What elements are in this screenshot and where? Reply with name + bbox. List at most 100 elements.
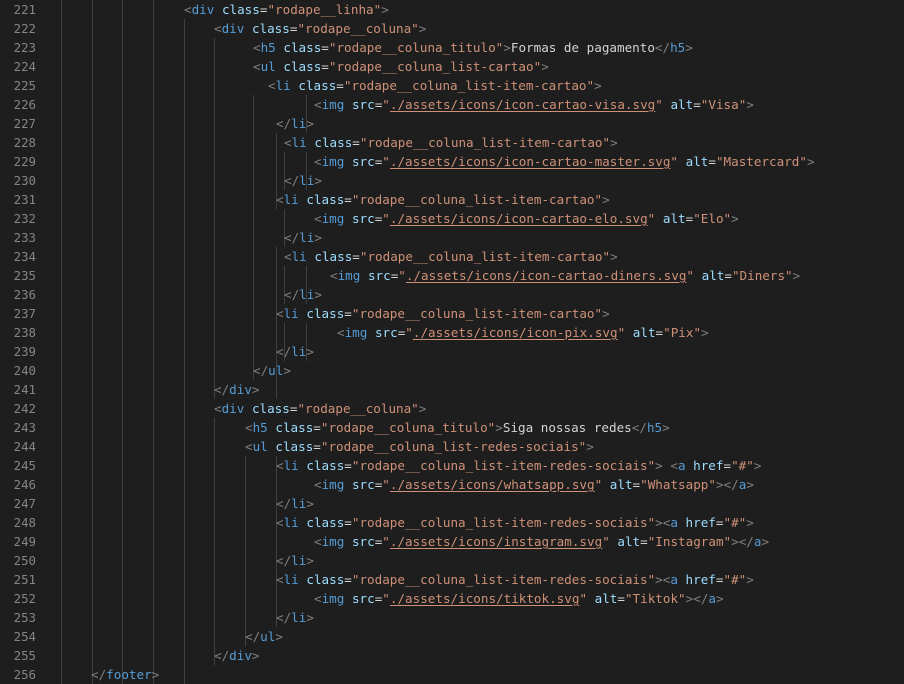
punctuation: > [746,572,754,587]
code-line[interactable]: 236 </li> [0,285,904,304]
code-line[interactable]: 222 <div class="rodape__coluna"> [0,19,904,38]
code-line[interactable]: 229 <img src = "./assets/icons/icon-cartao-… [0,152,904,171]
string-value: "rodape__coluna_list-item-cartao" [351,306,603,321]
line-code: </footer> [91,665,159,684]
attribute-name: class [306,192,345,207]
punctuation: > [306,496,314,511]
punctuation: > [655,572,663,587]
code-line[interactable]: 235 <img src = "./assets/icons/icon-cartao-… [0,266,904,285]
code-line[interactable]: 254 </ul> [0,627,904,646]
attribute-name: alt [617,534,641,549]
code-line[interactable]: 227 </li> [0,114,904,133]
punctuation: > [662,420,670,435]
equals-sign: = [352,249,360,264]
punctuation: < [284,249,292,264]
punctuation: > [753,458,762,473]
code-line[interactable]: 232 <img src="./assets/icons/icon-cartao-… [0,209,904,228]
code-line[interactable]: 233 </li> [0,228,904,247]
path-link[interactable]: ./assets/icons/tiktok.svg [390,591,580,606]
equals-sign: = [723,458,732,473]
punctuation: </ [654,40,671,55]
path-link[interactable]: ./assets/icons/icon-cartao-master.svg [390,154,671,169]
path-link[interactable]: ./assets/icons/icon-cartao-visa.svg [390,97,655,112]
string-value: "rodape__coluna_list-item-cartao" [351,192,603,207]
code-line[interactable]: 245 <li class="rodape__coluna_list-item-r… [0,456,904,475]
line-number: 231 [13,192,36,207]
path-link[interactable]: ./assets/icons/instagram.svg [390,534,602,549]
punctuation: > [761,534,770,549]
equals-sign: = [344,192,352,207]
attribute-name: src [351,97,375,112]
code-line[interactable]: 244 <ul class="rodape__coluna_list-redes-… [0,437,904,456]
code-line[interactable]: 246 <img src = "./assets/icons/whatsapp.svg… [0,475,904,494]
code-line[interactable]: 249 <img src = "./assets/icons/instagram.sv… [0,532,904,551]
punctuation: < [284,135,292,150]
punctuation: < [276,192,284,207]
code-line[interactable]: 247 </li> [0,494,904,513]
code-line[interactable]: 230 </li> [0,171,904,190]
string-value: "rodape__coluna" [297,21,419,36]
string-value: "rodape__coluna_titulo" [328,40,504,55]
line-number: 224 [13,59,36,74]
equals-sign: = [693,97,701,112]
string-value: "rodape__coluna_list-item-cartao" [359,249,611,264]
code-line[interactable]: 221 <div class="rodape__linha"> [0,0,904,19]
attribute-name: class [275,439,314,454]
code-line[interactable]: 253 </li> [0,608,904,627]
line-code: <ul class="rodape__coluna_list-redes-soc… [245,437,594,456]
code-editor[interactable]: 221 <div class="rodape__linha"> 222 <div cl… [0,0,904,684]
tag-name: div [229,648,252,663]
string-value: " [382,534,390,549]
code-line[interactable]: 238 <img src = "./assets/icons/icon-pix.svg… [0,323,904,342]
tag-name: li [275,78,291,93]
code-line[interactable]: 242 <div class="rodape__coluna"> [0,399,904,418]
equals-sign: = [344,306,352,321]
punctuation: < [214,401,222,416]
punctuation: < [245,420,253,435]
line-code: <img src="./assets/icons/whatsapp.svg" a… [314,475,754,494]
code-line[interactable]: 234 <li class="rodape__coluna_list-item-c… [0,247,904,266]
path-link[interactable]: ./assets/icons/icon-pix.svg [413,325,618,340]
code-line[interactable]: 231 <li class="rodape__coluna_list-item-c… [0,190,904,209]
code-line[interactable]: 248 <li class="rodape__coluna_list-item-r… [0,513,904,532]
punctuation: < [276,515,284,530]
tag-name: img [321,591,345,606]
code-line[interactable]: 243 <h5 class="rodape__coluna_titulo">Sig… [0,418,904,437]
code-line[interactable]: 255 </div> [0,646,904,665]
code-line[interactable]: 237 <li class="rodape__coluna_list-item-c… [0,304,904,323]
line-number: 238 [13,325,36,340]
equals-sign: = [321,59,329,74]
tag-name: h5 [646,420,663,435]
path-link[interactable]: ./assets/icons/icon-cartao-diners.svg [406,268,687,283]
code-line[interactable]: 228 <li class="rodape__coluna_list-item-c… [0,133,904,152]
path-link[interactable]: ./assets/icons/icon-cartao-elo.svg [390,211,648,226]
punctuation: </ [284,173,300,188]
punctuation: </ [214,382,230,397]
code-line[interactable]: 224 <ul class="rodape__coluna_list-cartao… [0,57,904,76]
punctuation: </ [284,287,300,302]
code-line[interactable]: 225 <li class="rodape__coluna_list-item-c… [0,76,904,95]
punctuation: </ [631,420,647,435]
code-line[interactable]: 252 <img src = "./assets/icons/tiktok.svg" … [0,589,904,608]
punctuation: < [276,306,284,321]
code-line[interactable]: 251 <li class="rodape__coluna_list-item-r… [0,570,904,589]
code-line[interactable]: 226 <img src = "./assets/icons/icon-cartao-… [0,95,904,114]
code-line[interactable]: 223 <h5 class="rodape__coluna_titulo">For… [0,38,904,57]
code-line[interactable]: 250 </li> [0,551,904,570]
code-line[interactable]: 256 </footer> [0,665,904,684]
string-value: "rodape__coluna_list-item-cartao" [343,78,595,93]
text-content: Formas de pagamento [510,40,655,55]
code-line[interactable]: 241 </div> [0,380,904,399]
code-line[interactable]: 240 </ul> [0,361,904,380]
line-number: 227 [13,116,36,131]
path-link[interactable]: ./assets/icons/whatsapp.svg [390,477,595,492]
string-value: " [579,591,588,606]
tag-name: li [283,458,299,473]
line-number: 221 [13,2,36,17]
string-value: "Whatsapp" [640,477,716,492]
attribute-name: src [351,477,375,492]
code-line[interactable]: 239 </li> [0,342,904,361]
punctuation: > [314,287,322,302]
